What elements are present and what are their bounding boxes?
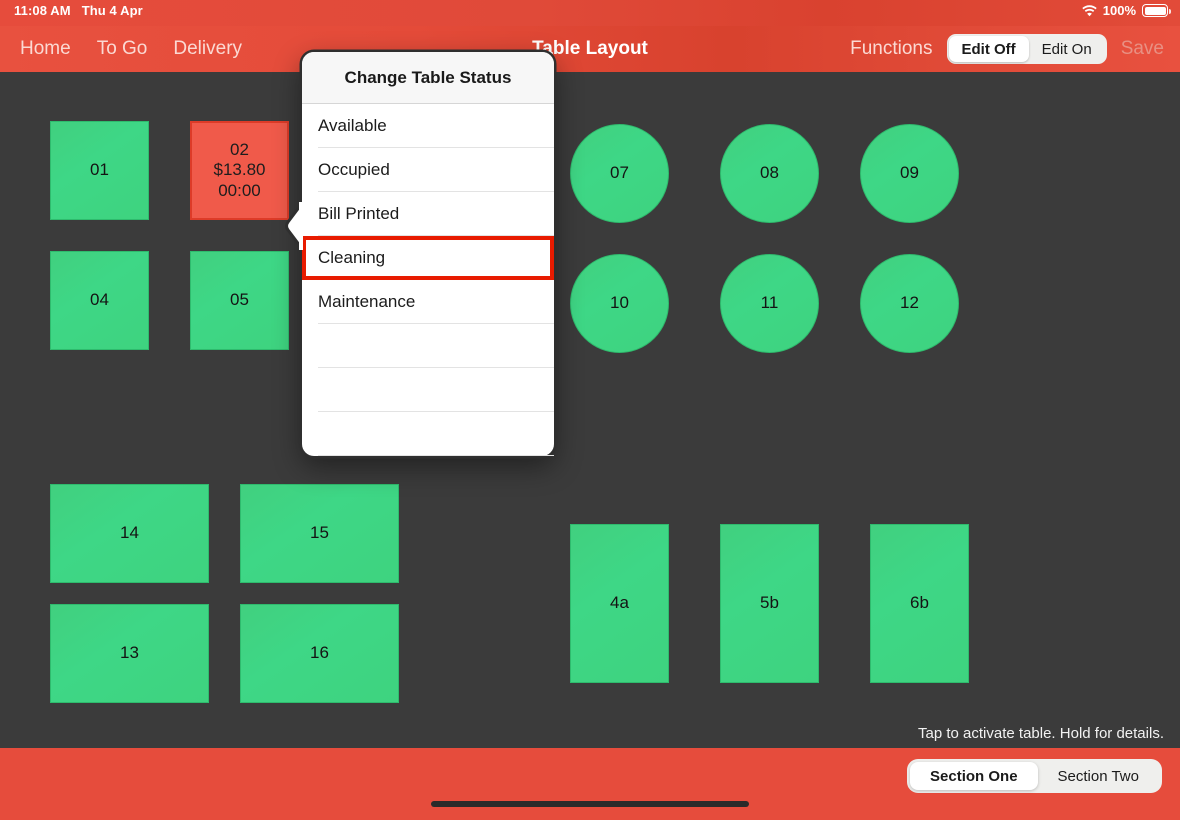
functions-button[interactable]: Functions [850,38,932,60]
table-4a[interactable]: 4a [570,524,669,683]
popover-item-list: Available Occupied Bill Printed Cleaning Mai… [302,104,554,456]
floorplan-hint: Tap to activate table. Hold for details. [918,725,1164,742]
popover-item-empty-7 [302,412,554,456]
app-root: 11:08 AM Thu 4 Apr 100% Table Layout Hom… [0,0,1180,820]
popover-item-maintenance[interactable]: Maintenance [302,280,554,324]
wifi-icon [1082,4,1097,17]
table-01[interactable]: 01 [50,121,149,220]
nav-link-home[interactable]: Home [20,38,71,60]
popover-item-occupied[interactable]: Occupied [302,148,554,192]
segment-section-two[interactable]: Section Two [1038,762,1159,790]
table-05[interactable]: 05 [190,251,289,350]
table-11[interactable]: 11 [720,254,819,353]
edit-mode-segmented-control[interactable]: Edit Off Edit On [946,34,1107,64]
table-02[interactable]: 02 $13.80 00:00 [190,121,289,220]
segment-edit-off[interactable]: Edit Off [948,36,1029,62]
popover-item-bill-printed[interactable]: Bill Printed [302,192,554,236]
table-14[interactable]: 14 [50,484,209,583]
popover-arrow-icon [285,202,303,250]
status-bar: 11:08 AM Thu 4 Apr 100% [0,0,1180,26]
change-table-status-popover: Change Table Status Available Occupied Bil… [285,52,554,456]
nav-link-to-go[interactable]: To Go [97,38,148,60]
floorplan-canvas: 01 02 $13.80 00:00 07 08 09 04 05 10 11 12 14 15 13 1… [0,72,1180,748]
table-5b[interactable]: 5b [720,524,819,683]
segment-section-one[interactable]: Section One [910,762,1038,790]
table-04[interactable]: 04 [50,251,149,350]
table-10[interactable]: 10 [570,254,669,353]
battery-full-icon [1142,4,1171,17]
table-15[interactable]: 15 [240,484,399,583]
status-bar-right: 100% [1082,3,1171,18]
table-08[interactable]: 08 [720,124,819,223]
status-time: 11:08 AM [14,3,71,18]
popover-title: Change Table Status [302,52,554,104]
nav-links: Home To Go Delivery [20,26,242,72]
save-button[interactable]: Save [1121,38,1164,60]
segment-edit-on[interactable]: Edit On [1029,36,1105,62]
table-12[interactable]: 12 [860,254,959,353]
popover-item-available[interactable]: Available [302,104,554,148]
section-segmented-control[interactable]: Section One Section Two [907,759,1162,793]
home-indicator [431,801,749,807]
navigation-bar: Table Layout Home To Go Delivery Functio… [0,26,1180,72]
table-13[interactable]: 13 [50,604,209,703]
status-date: Thu 4 Apr [81,3,143,18]
table-6b[interactable]: 6b [870,524,969,683]
table-07[interactable]: 07 [570,124,669,223]
nav-right-controls: Functions Edit Off Edit On Save [850,26,1164,72]
table-16[interactable]: 16 [240,604,399,703]
popover-item-cleaning[interactable]: Cleaning [302,236,554,280]
table-09[interactable]: 09 [860,124,959,223]
popover-item-empty-5 [302,324,554,368]
popover-item-empty-6 [302,368,554,412]
nav-link-delivery[interactable]: Delivery [173,38,242,60]
bottom-bar: Section One Section Two [0,748,1180,820]
status-bar-left: 11:08 AM Thu 4 Apr [14,3,143,18]
battery-percent-label: 100% [1102,3,1136,18]
